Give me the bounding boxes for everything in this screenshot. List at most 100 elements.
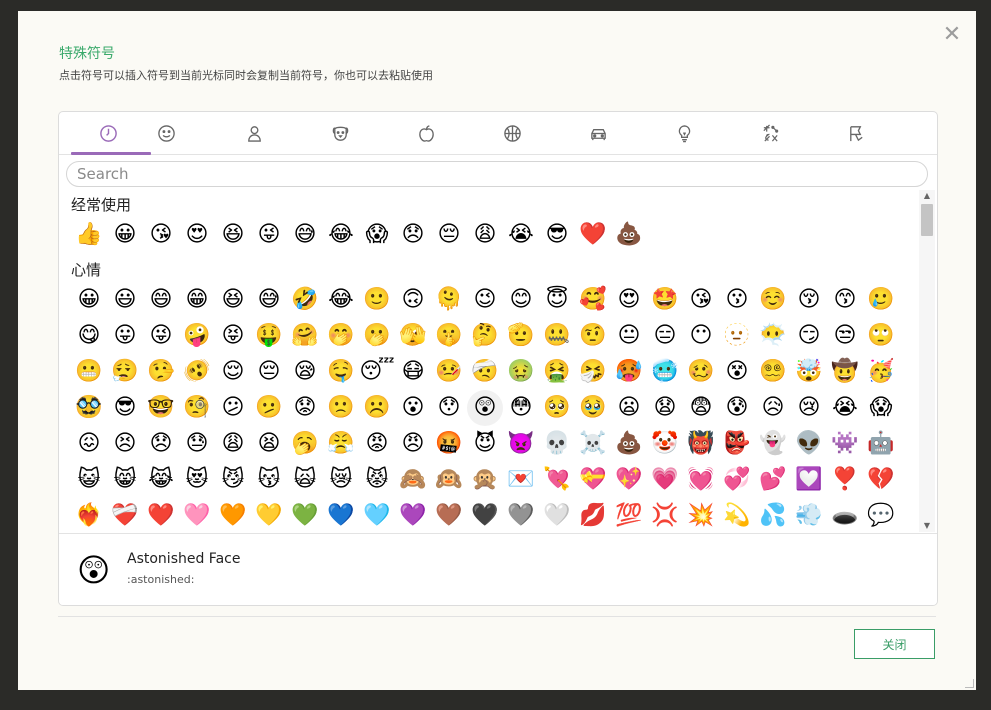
emoji-item[interactable]: 😏 (791, 318, 827, 354)
emoji-item[interactable]: 😰 (719, 390, 755, 426)
emoji-item[interactable]: 🫨 (179, 354, 215, 390)
emoji-item[interactable]: 😆 (215, 282, 251, 318)
emoji-item[interactable]: 🤣 (287, 282, 323, 318)
emoji-item[interactable]: 👿 (503, 426, 539, 462)
emoji-item[interactable]: 🤮 (539, 354, 575, 390)
emoji-item[interactable]: 😂 (323, 217, 359, 253)
emoji-item[interactable]: 😣 (107, 426, 143, 462)
emoji-item[interactable]: 🙀 (287, 462, 323, 498)
emoji-item[interactable]: 💯 (611, 498, 647, 532)
emoji-item[interactable]: 😔 (431, 217, 467, 253)
tab-animals[interactable] (297, 112, 383, 154)
emoji-item[interactable]: 😡 (359, 426, 395, 462)
emoji-item[interactable]: 😓 (179, 426, 215, 462)
emoji-item[interactable]: 😠 (395, 426, 431, 462)
emoji-item[interactable]: 😘 (143, 217, 179, 253)
emoji-item[interactable]: ☠️ (575, 426, 611, 462)
emoji-item[interactable]: 😤 (323, 426, 359, 462)
scroll-up-arrow-icon[interactable]: ▲ (919, 190, 935, 202)
emoji-item[interactable]: 😧 (647, 390, 683, 426)
emoji-item[interactable]: 😦 (611, 390, 647, 426)
emoji-item[interactable]: 💕 (755, 462, 791, 498)
emoji-item[interactable]: 😼 (215, 462, 251, 498)
emoji-item[interactable]: 😺 (71, 462, 107, 498)
emoji-item[interactable]: 😲 (467, 390, 503, 426)
emoji-item[interactable]: 🥲 (863, 282, 899, 318)
emoji-item[interactable]: 😿 (323, 462, 359, 498)
emoji-item[interactable]: 😾 (359, 462, 395, 498)
emoji-item[interactable]: 😶 (683, 318, 719, 354)
emoji-item[interactable]: 🕳️ (827, 498, 863, 532)
emoji-item[interactable]: 😃 (107, 282, 143, 318)
emoji-item[interactable]: 🤍 (539, 498, 575, 532)
emoji-item[interactable]: 🤤 (323, 354, 359, 390)
emoji-item[interactable]: 🥶 (647, 354, 683, 390)
emoji-item[interactable]: 😉 (467, 282, 503, 318)
emoji-item[interactable]: 🩷 (179, 498, 215, 532)
emoji-item[interactable]: 😌 (215, 354, 251, 390)
emoji-item[interactable]: 😄 (143, 282, 179, 318)
emoji-item[interactable]: 🥺 (539, 390, 575, 426)
emoji-item[interactable]: 💥 (683, 498, 719, 532)
emoji-item[interactable]: 🫡 (503, 318, 539, 354)
emoji-item[interactable]: 😱 (863, 390, 899, 426)
tab-objects[interactable] (641, 112, 727, 154)
emoji-item[interactable]: 🤨 (575, 318, 611, 354)
emoji-item[interactable]: 🙄 (863, 318, 899, 354)
emoji-item[interactable]: 😒 (827, 318, 863, 354)
emoji-item[interactable]: ❤️ (143, 498, 179, 532)
emoji-item[interactable]: 😳 (503, 390, 539, 426)
emoji-item[interactable]: 🤧 (575, 354, 611, 390)
emoji-item[interactable]: 😘 (683, 282, 719, 318)
emoji-item[interactable]: 🖤 (467, 498, 503, 532)
emoji-item[interactable]: 😞 (143, 426, 179, 462)
tab-food[interactable] (383, 112, 469, 154)
emoji-item[interactable]: 😹 (143, 462, 179, 498)
emoji-item[interactable]: 🧐 (179, 390, 215, 426)
emoji-item[interactable]: 👻 (755, 426, 791, 462)
emoji-item[interactable]: ❤️ (575, 217, 611, 253)
emoji-item[interactable]: 😬 (71, 354, 107, 390)
emoji-item[interactable]: 💀 (539, 426, 575, 462)
emoji-item[interactable]: 🤠 (827, 354, 863, 390)
emoji-item[interactable]: 🥸 (71, 390, 107, 426)
emoji-item[interactable]: 😕 (215, 390, 251, 426)
emoji-item[interactable]: 🤑 (251, 318, 287, 354)
emoji-item[interactable]: 💗 (647, 462, 683, 498)
close-icon[interactable]: ✕ (942, 24, 962, 46)
emoji-item[interactable]: 💋 (575, 498, 611, 532)
emoji-item[interactable]: 😢 (791, 390, 827, 426)
emoji-item[interactable]: 😂 (323, 282, 359, 318)
emoji-item[interactable]: 💨 (791, 498, 827, 532)
emoji-item[interactable]: 😆 (215, 217, 251, 253)
emoji-item[interactable]: 🤖 (863, 426, 899, 462)
emoji-item[interactable]: 🥴 (683, 354, 719, 390)
emoji-item[interactable]: 😩 (467, 217, 503, 253)
emoji-item[interactable]: 😮‍💨 (107, 354, 143, 390)
emoji-item[interactable]: 😋 (71, 318, 107, 354)
emoji-item[interactable]: 😽 (251, 462, 287, 498)
emoji-item[interactable]: 😵 (719, 354, 755, 390)
emoji-item[interactable]: 😎 (107, 390, 143, 426)
emoji-item[interactable]: 💓 (683, 462, 719, 498)
scroll-thumb[interactable] (921, 204, 933, 236)
emoji-item[interactable]: 😥 (755, 390, 791, 426)
emoji-item[interactable]: 🙁 (323, 390, 359, 426)
emoji-item[interactable]: 😅 (287, 217, 323, 253)
emoji-item[interactable]: ❣️ (827, 462, 863, 498)
emoji-item[interactable]: 😙 (827, 282, 863, 318)
emoji-item[interactable]: 🙂 (359, 282, 395, 318)
emoji-item[interactable]: 🩶 (503, 498, 539, 532)
emoji-item[interactable]: 😛 (107, 318, 143, 354)
emoji-item[interactable]: 🤪 (179, 318, 215, 354)
emoji-item[interactable]: ☺️ (755, 282, 791, 318)
emoji-item[interactable]: 💘 (539, 462, 575, 498)
emoji-item[interactable]: 🤕 (467, 354, 503, 390)
tab-symbols[interactable] (727, 112, 813, 154)
emoji-item[interactable]: ☹️ (359, 390, 395, 426)
emoji-item[interactable]: 😇 (539, 282, 575, 318)
tab-flags[interactable] (813, 112, 899, 154)
emoji-item[interactable]: 🫠 (431, 282, 467, 318)
emoji-item[interactable]: 😻 (179, 462, 215, 498)
emoji-item[interactable]: 😜 (143, 318, 179, 354)
